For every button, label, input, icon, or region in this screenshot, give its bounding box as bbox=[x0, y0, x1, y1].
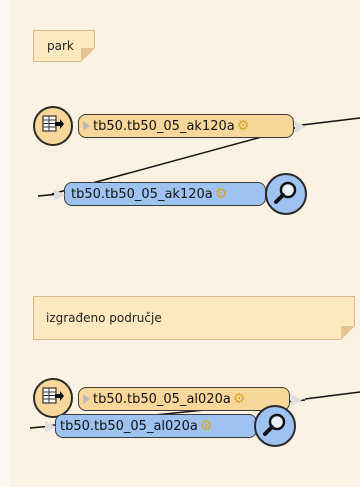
inspector-icon-circle[interactable] bbox=[254, 405, 296, 447]
annotation-izgradeno-podrucje[interactable]: izgrađeno područje bbox=[33, 296, 355, 340]
connection-line-out-1 bbox=[301, 117, 360, 126]
magnifier-icon bbox=[273, 179, 299, 209]
table-reader-icon bbox=[42, 115, 64, 137]
magnifier-icon bbox=[262, 411, 288, 441]
input-port-icon bbox=[83, 121, 90, 131]
annotation-text: park bbox=[47, 39, 74, 53]
gear-icon[interactable]: ⚙ bbox=[237, 118, 250, 134]
reader-feature-type-2[interactable]: tb50.tb50_05_al020a ⚙ bbox=[78, 387, 302, 411]
inspector-icon-circle[interactable] bbox=[265, 173, 307, 215]
gear-icon[interactable]: ⚙ bbox=[215, 186, 228, 202]
table-reader-icon bbox=[42, 387, 64, 409]
gear-icon[interactable]: ⚙ bbox=[200, 418, 213, 434]
reader-label: tb50.tb50_05_ak120a bbox=[93, 118, 235, 134]
input-port-icon[interactable] bbox=[54, 189, 65, 201]
writer-label: tb50.tb50_05_al020a bbox=[60, 418, 198, 434]
writer-label: tb50.tb50_05_ak120a bbox=[71, 186, 213, 202]
writer-feature-type-1[interactable]: tb50.tb50_05_ak120a ⚙ bbox=[54, 182, 266, 206]
input-port-icon bbox=[83, 394, 90, 404]
connection-line-out-2 bbox=[304, 391, 360, 400]
annotation-fold bbox=[81, 48, 95, 62]
reader-icon-circle[interactable] bbox=[33, 106, 73, 146]
input-port-icon[interactable] bbox=[45, 421, 56, 433]
reader-feature-type-1[interactable]: tb50.tb50_05_ak120a ⚙ bbox=[78, 114, 306, 138]
annotation-text: izgrađeno područje bbox=[46, 311, 162, 325]
reader-icon-circle[interactable] bbox=[33, 378, 73, 418]
writer-feature-type-2[interactable]: tb50.tb50_05_al020a ⚙ bbox=[45, 414, 257, 438]
annotation-park[interactable]: park bbox=[33, 30, 95, 62]
output-port-icon[interactable] bbox=[291, 394, 302, 406]
reader-label: tb50.tb50_05_al020a bbox=[93, 391, 231, 407]
annotation-fold bbox=[341, 326, 355, 340]
gear-icon[interactable]: ⚙ bbox=[233, 391, 246, 407]
output-port-icon[interactable] bbox=[295, 121, 306, 133]
